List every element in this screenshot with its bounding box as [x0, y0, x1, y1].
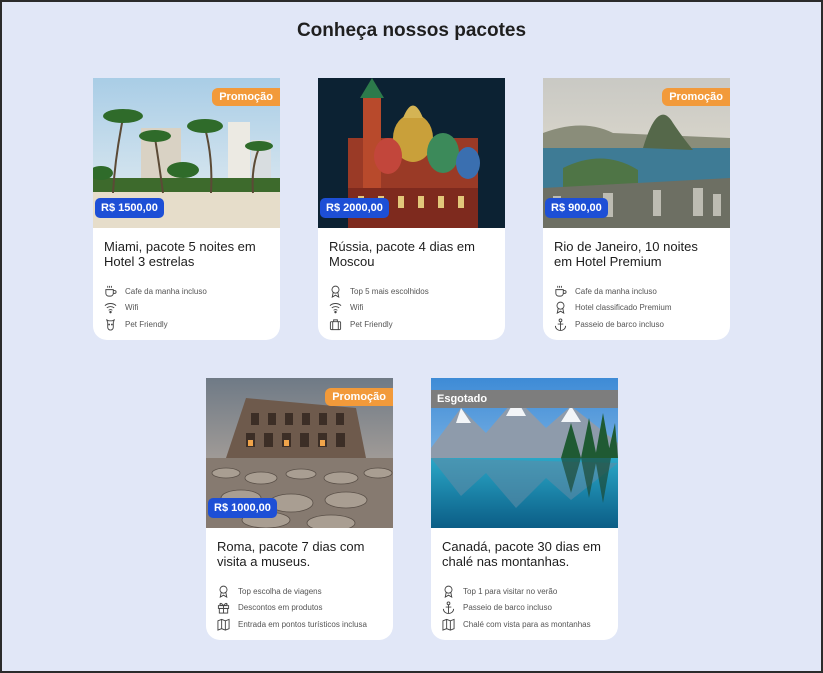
coffee-icon [554, 285, 567, 298]
feature-item: Top 1 para visitar no verão [442, 583, 618, 600]
award-icon [442, 585, 455, 598]
feature-item: Chalé com vista para as montanhas [442, 616, 618, 633]
feature-label: Wifi [125, 303, 139, 313]
price-badge: R$ 1000,00 [208, 498, 277, 518]
feature-list: Cafe da manha incluso Wifi Pet Friendly [104, 283, 280, 333]
feature-list: Top 5 mais escolhidos Wifi Pet Friendly [329, 283, 505, 333]
feature-label: Entrada em pontos turísticos inclusa [238, 619, 367, 629]
package-title: Canadá, pacote 30 dias em chalé nas mont… [442, 539, 601, 569]
canada-lake-image: Esgotado [431, 378, 618, 528]
feature-item: Passeio de barco incluso [442, 600, 618, 617]
feature-item: Pet Friendly [104, 316, 280, 333]
price-badge: R$ 1500,00 [95, 198, 164, 218]
package-title: Rio de Janeiro, 10 noites em Hotel Premi… [554, 239, 698, 269]
feature-item: Wifi [329, 300, 505, 317]
feature-label: Cafe da manha incluso [125, 286, 207, 296]
package-card-canada[interactable]: Esgotado Canadá, pacote 30 dias em chalé… [431, 378, 618, 640]
page-title: Conheça nossos pacotes [296, 20, 527, 41]
package-card-rio[interactable]: Promoção R$ 900,00 Rio de Janeiro, 10 no… [543, 78, 730, 340]
feature-item: Wifi [104, 300, 280, 317]
feature-label: Top 5 mais escolhidos [350, 286, 429, 296]
package-card-miami[interactable]: Promoção R$ 1500,00 Miami, pacote 5 noit… [93, 78, 280, 340]
map-icon [442, 618, 455, 631]
feature-item: Cafe da manha incluso [554, 283, 730, 300]
feature-label: Wifi [350, 303, 364, 313]
feature-label: Top escolha de viagens [238, 586, 322, 596]
feature-item: Hotel classificado Premium [554, 300, 730, 317]
package-card-roma[interactable]: Promoção R$ 1000,00 Roma, pacote 7 dias … [206, 378, 393, 640]
feature-item: Top escolha de viagens [217, 583, 393, 600]
moscow-cathedral-image: R$ 2000,00 [318, 78, 505, 228]
feature-label: Pet Friendly [125, 319, 168, 329]
package-title: Roma, pacote 7 dias com visita a museus. [217, 539, 365, 569]
feature-list: Cafe da manha incluso Hotel classificado… [554, 283, 730, 333]
package-card-russia[interactable]: R$ 2000,00 Rússia, pacote 4 dias em Mosc… [318, 78, 505, 340]
feature-item: Cafe da manha incluso [104, 283, 280, 300]
luggage-icon [329, 318, 342, 331]
coffee-icon [104, 285, 117, 298]
miami-beach-image: Promoção R$ 1500,00 [93, 78, 280, 228]
feature-label: Cafe da manha incluso [575, 286, 657, 296]
feature-label: Descontos em produtos [238, 603, 323, 613]
anchor-icon [442, 601, 455, 615]
feature-item: Entrada em pontos turísticos inclusa [217, 616, 393, 633]
feature-label: Passeio de barco incluso [575, 319, 664, 329]
feature-label: Top 1 para visitar no verão [463, 586, 558, 596]
promo-tag: Promoção [212, 88, 280, 106]
soldout-tag: Esgotado [431, 390, 618, 408]
feature-label: Chalé com vista para as montanhas [463, 619, 591, 629]
anchor-icon [554, 318, 567, 331]
wifi-icon [329, 301, 342, 314]
feature-item: Passeio de barco incluso [554, 316, 730, 333]
wifi-icon [104, 301, 117, 314]
pet-icon [104, 318, 117, 331]
promo-tag: Promoção [662, 88, 730, 106]
feature-label: Passeio de barco incluso [463, 603, 552, 613]
award-icon [329, 285, 342, 298]
feature-list: Top 1 para visitar no verão Passeio de b… [442, 583, 618, 633]
rome-colosseum-image: Promoção R$ 1000,00 [206, 378, 393, 528]
feature-item: Top 5 mais escolhidos [329, 283, 505, 300]
award-icon [217, 585, 230, 598]
rio-de-janeiro-image: Promoção R$ 900,00 [543, 78, 730, 228]
feature-list: Top escolha de viagens Descontos em prod… [217, 583, 393, 633]
feature-item: Pet Friendly [329, 316, 505, 333]
map-icon [217, 618, 230, 631]
promo-tag: Promoção [325, 388, 393, 406]
feature-item: Descontos em produtos [217, 600, 393, 617]
package-title: Rússia, pacote 4 dias em Moscou [329, 239, 475, 269]
page-background: Conheça nossos pacotes Promoção R$ 1500,… [2, 2, 821, 671]
package-title: Miami, pacote 5 noites em Hotel 3 estrel… [104, 239, 256, 269]
price-badge: R$ 900,00 [545, 198, 608, 218]
price-badge: R$ 2000,00 [320, 198, 389, 218]
award-icon [554, 301, 567, 315]
gift-icon [217, 601, 230, 614]
feature-label: Hotel classificado Premium [575, 303, 672, 313]
feature-label: Pet Friendly [350, 319, 393, 329]
